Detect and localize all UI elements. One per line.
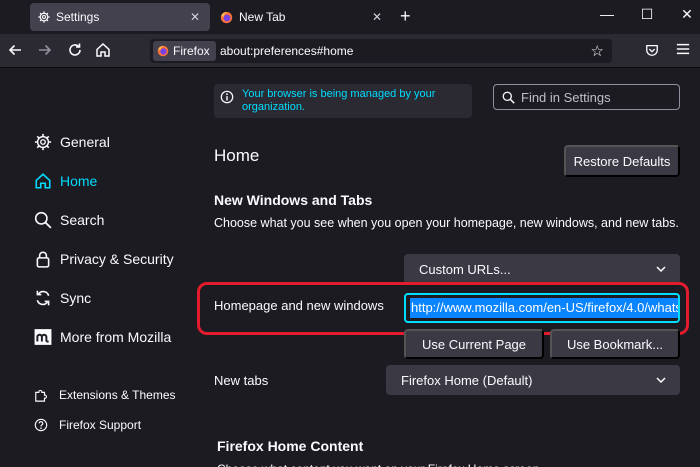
select-value: Custom URLs... bbox=[419, 261, 511, 277]
preferences-content: Your browser is being managed by your or… bbox=[0, 68, 700, 467]
search-input[interactable] bbox=[521, 89, 671, 105]
maximize-button[interactable]: ☐ bbox=[637, 6, 657, 23]
section-title-new-windows: New Windows and Tabs bbox=[214, 192, 373, 208]
homepage-url-input[interactable]: http://www.mozilla.com/en-US/firefox/4.0… bbox=[404, 293, 680, 323]
category-label: More from Mozilla bbox=[60, 329, 172, 345]
hamburger-menu-icon bbox=[676, 43, 690, 55]
use-current-page-button[interactable]: Use Current Page bbox=[404, 329, 544, 359]
back-button[interactable] bbox=[6, 42, 24, 60]
mozilla-icon bbox=[34, 329, 52, 345]
pocket-button[interactable] bbox=[645, 43, 659, 62]
new-tabs-select[interactable]: Firefox Home (Default) bbox=[386, 365, 680, 395]
select-value: Firefox Home (Default) bbox=[401, 372, 533, 388]
extensions-themes-link[interactable]: Extensions & Themes bbox=[34, 388, 176, 402]
new-tab-button[interactable]: + bbox=[400, 7, 411, 25]
policy-notice-link[interactable]: Your browser is being managed by your or… bbox=[242, 88, 466, 114]
category-more-from-mozilla[interactable]: More from Mozilla bbox=[34, 328, 171, 346]
homepage-label: Homepage and new windows bbox=[214, 298, 384, 313]
arrow-right-icon bbox=[39, 44, 52, 56]
tab-title: New Tab bbox=[239, 10, 286, 24]
use-bookmark-button[interactable]: Use Bookmark... bbox=[550, 329, 680, 359]
search-icon bbox=[502, 91, 515, 104]
find-in-settings[interactable] bbox=[493, 84, 680, 110]
category-label: Search bbox=[60, 212, 105, 228]
home-icon bbox=[35, 173, 51, 189]
info-icon bbox=[220, 90, 234, 104]
url-text[interactable]: about:preferences#home bbox=[220, 44, 353, 58]
close-tab-icon[interactable]: ✕ bbox=[188, 10, 202, 24]
firefox-logo-icon bbox=[157, 45, 169, 57]
firefox-logo-icon bbox=[220, 11, 233, 23]
chevron-down-icon bbox=[656, 377, 666, 383]
app-menu-button[interactable] bbox=[676, 42, 690, 60]
puzzle-icon bbox=[35, 389, 47, 402]
category-label: Home bbox=[60, 173, 98, 189]
policy-notice[interactable]: Your browser is being managed by your or… bbox=[214, 84, 472, 118]
lock-icon bbox=[36, 251, 50, 268]
tab-new-tab[interactable]: New Tab ✕ bbox=[212, 3, 392, 31]
category-general[interactable]: General bbox=[34, 133, 110, 151]
category-label: Privacy & Security bbox=[60, 251, 174, 267]
search-icon bbox=[34, 211, 52, 229]
homepage-mode-select[interactable]: Custom URLs... bbox=[404, 254, 680, 284]
category-label: Sync bbox=[60, 290, 92, 306]
close-window-button[interactable]: ✕ bbox=[677, 6, 697, 23]
homepage-url-value: http://www.mozilla.com/en-US/firefox/4.0… bbox=[410, 298, 678, 318]
category-search[interactable]: Search bbox=[34, 211, 104, 229]
home-button[interactable] bbox=[94, 42, 112, 60]
section-description: Choose what you see when you open your h… bbox=[214, 216, 679, 230]
arrow-left-icon bbox=[8, 44, 21, 56]
sync-icon bbox=[36, 290, 50, 306]
section-title-home-content: Firefox Home Content bbox=[217, 438, 364, 454]
category-home[interactable]: Home bbox=[34, 172, 97, 190]
minimize-button[interactable]: — bbox=[597, 6, 617, 22]
navigation-toolbar: Firefox about:preferences#home ☆ bbox=[0, 34, 700, 68]
page-title: Home bbox=[214, 146, 260, 165]
chevron-down-icon bbox=[656, 266, 666, 272]
identity-box[interactable]: Firefox bbox=[153, 41, 216, 61]
home-icon bbox=[96, 42, 110, 57]
link-label: Extensions & Themes bbox=[59, 388, 176, 402]
category-sync[interactable]: Sync bbox=[34, 289, 91, 307]
link-label: Firefox Support bbox=[59, 418, 142, 432]
gear-icon bbox=[34, 133, 52, 151]
reload-button[interactable] bbox=[66, 42, 84, 60]
identity-label: Firefox bbox=[173, 44, 210, 58]
category-label: General bbox=[60, 134, 110, 150]
help-icon bbox=[34, 418, 48, 432]
new-tabs-label: New tabs bbox=[214, 373, 269, 388]
tab-settings[interactable]: Settings ✕ bbox=[30, 3, 210, 31]
forward-button[interactable] bbox=[36, 42, 54, 60]
bookmark-star-icon[interactable]: ☆ bbox=[591, 42, 604, 60]
gear-icon bbox=[38, 11, 50, 23]
restore-defaults-button[interactable]: Restore Defaults bbox=[564, 145, 680, 177]
url-bar[interactable]: Firefox about:preferences#home ☆ bbox=[150, 39, 612, 63]
tab-strip: Settings ✕ New Tab ✕ + — ☐ ✕ bbox=[0, 0, 700, 34]
reload-icon bbox=[69, 43, 81, 56]
section-description-cut: Choose what content you want on your Fir… bbox=[217, 462, 543, 467]
tab-title: Settings bbox=[56, 10, 100, 24]
category-privacy[interactable]: Privacy & Security bbox=[34, 250, 174, 268]
close-tab-icon[interactable]: ✕ bbox=[370, 10, 384, 24]
pocket-icon bbox=[646, 44, 658, 56]
firefox-support-link[interactable]: Firefox Support bbox=[34, 418, 141, 432]
